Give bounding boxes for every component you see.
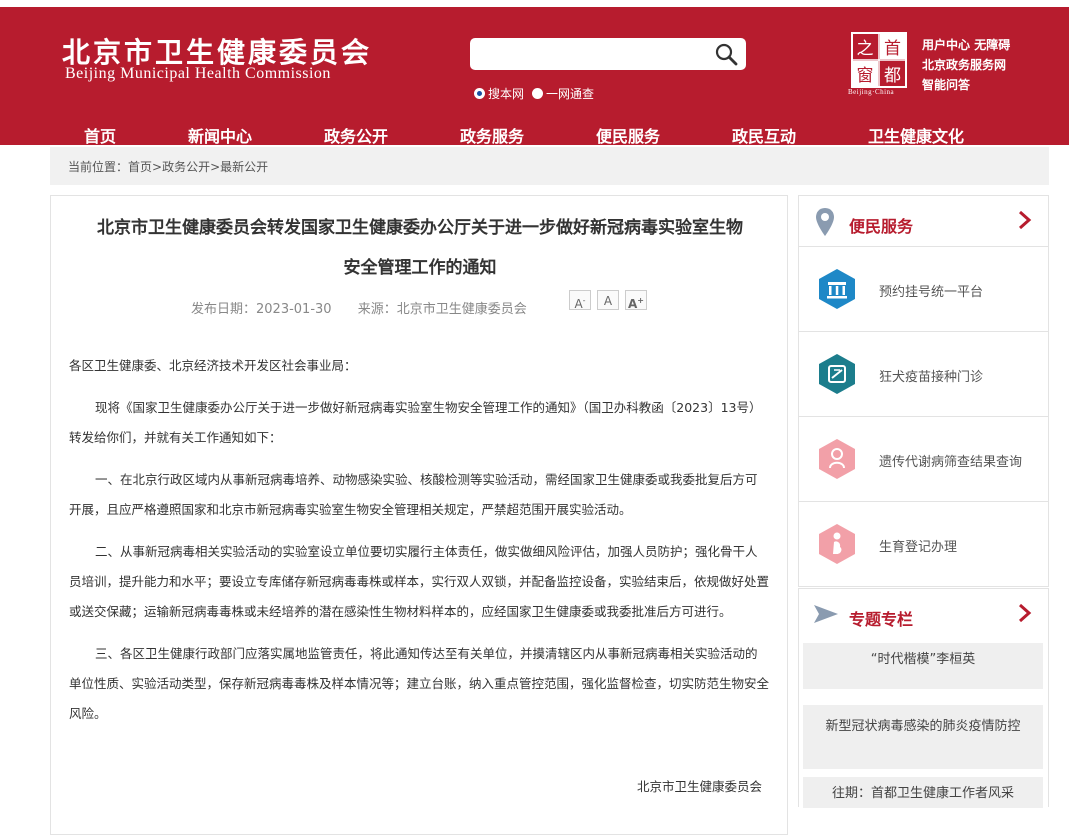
nav-interaction[interactable]: 政民互动 xyxy=(732,123,796,147)
article-salutation: 各区卫生健康委、北京经济技术开发区社会事业局： xyxy=(69,358,357,373)
paper-plane-icon xyxy=(814,605,838,623)
topic-item-covid-prevention[interactable]: 新型冠状病毒感染的肺炎疫情防控 xyxy=(803,705,1043,769)
nav-convenience[interactable]: 便民服务 xyxy=(596,123,660,147)
article-paragraph: 一、在北京行政区域内从事新冠病毒培养、动物感染实验、核酸检测等实验活动，需经国家… xyxy=(69,472,758,517)
font-size-controls: A- A A+ xyxy=(569,290,653,311)
seal-char-4: 都 xyxy=(884,66,901,86)
service-item-metabolic-screening[interactable]: 遗传代谢病筛查结果查询 xyxy=(799,417,1048,502)
service-item-registration[interactable]: 预约挂号统一平台 xyxy=(799,247,1048,332)
capital-window-seal-icon[interactable]: 之 首 窗 都 xyxy=(851,32,907,88)
mother-icon xyxy=(819,524,855,564)
service-item-label: 生育登记办理 xyxy=(879,540,958,555)
article-signature: 北京市卫生健康委员会 xyxy=(637,779,763,794)
article-body: 各区卫生健康委、北京经济技术开发区社会事业局： 现将《国家卫生健康委办公厅关于进… xyxy=(69,351,769,741)
article-paragraph: 三、各区卫生健康行政部门应落实属地监管责任，将此通知传达至有关单位，并摸清辖区内… xyxy=(69,646,770,721)
service-item-label: 遗传代谢病筛查结果查询 xyxy=(879,455,1023,470)
quick-links: 用户中心 无障碍 北京政务服务网 智能问答 xyxy=(922,35,1010,95)
baby-icon xyxy=(819,439,855,479)
radio-site-search-label[interactable]: 搜本网 xyxy=(488,85,524,102)
accessibility-link[interactable]: 无障碍 xyxy=(974,38,1010,52)
service-item-label: 预约挂号统一平台 xyxy=(879,285,984,300)
seal-char-2: 首 xyxy=(884,39,901,59)
topics-title: 专题专栏 xyxy=(849,610,914,629)
article-source: 来源：北京市卫生健康委员会 xyxy=(357,302,527,317)
article-paragraph: 二、从事新冠病毒相关实验活动的实验室设立单位要切实履行主体责任，做实做细风险评估… xyxy=(69,544,770,619)
nav-home[interactable]: 首页 xyxy=(84,123,116,147)
site-header: 北京市卫生健康委员会 Beijing Municipal Health Comm… xyxy=(0,0,1069,147)
seal-char-1: 之 xyxy=(857,39,874,59)
breadcrumb: 当前位置：首页>政务公开>最新公开 xyxy=(50,147,1049,185)
radio-all-search-label[interactable]: 一网通查 xyxy=(546,85,594,102)
location-pin-icon xyxy=(816,208,834,236)
nav-news[interactable]: 新闻中心 xyxy=(188,123,252,147)
search-input[interactable] xyxy=(478,38,712,70)
font-smaller-button[interactable]: A- xyxy=(569,290,591,311)
topic-item-role-model[interactable]: “时代楷模”李桓英 xyxy=(803,643,1043,689)
breadcrumb-prefix: 当前位置： xyxy=(68,160,129,174)
search-scope: 搜本网 一网通查 xyxy=(474,85,602,102)
breadcrumb-path[interactable]: 首页>政务公开>最新公开 xyxy=(128,160,268,174)
convenience-services-panel: 便民服务 预约挂号统一平台 狂犬疫苗接种门诊 遗传代谢病筛查结果查询 生育登记办… xyxy=(798,195,1049,587)
service-item-rabies-vaccine[interactable]: 狂犬疫苗接种门诊 xyxy=(799,332,1048,417)
service-item-birth-registration[interactable]: 生育登记办理 xyxy=(799,502,1048,586)
radio-site-search[interactable] xyxy=(474,88,485,99)
font-larger-button[interactable]: A+ xyxy=(625,290,647,311)
seal-char-3: 窗 xyxy=(857,66,874,86)
publish-date: 发布日期：2023-01-30 xyxy=(191,302,332,317)
nav-gov-open[interactable]: 政务公开 xyxy=(324,123,388,147)
topics-header[interactable]: 专题专栏 xyxy=(799,589,1048,639)
search-icon[interactable] xyxy=(714,42,738,66)
article-panel: 北京市卫生健康委员会转发国家卫生健康委办公厅关于进一步做好新冠病毒实验室生物 安… xyxy=(50,195,788,835)
special-topics-panel: 专题专栏 “时代楷模”李桓英 新型冠状病毒感染的肺炎疫情防控 往期：首都卫生健康… xyxy=(798,588,1049,808)
seal-subtitle: Beijing·China xyxy=(848,88,895,96)
user-center-link[interactable]: 用户中心 xyxy=(922,38,970,52)
services-header[interactable]: 便民服务 xyxy=(799,196,1048,247)
chevron-right-icon[interactable] xyxy=(1018,603,1032,623)
hospital-icon xyxy=(819,269,855,309)
article-meta: 发布日期：2023-01-30 来源：北京市卫生健康委员会 xyxy=(191,298,549,317)
nav-culture[interactable]: 卫生健康文化 xyxy=(868,123,964,147)
chevron-right-icon[interactable] xyxy=(1018,210,1032,230)
site-logo-subtitle[interactable]: Beijing Municipal Health Commission xyxy=(65,65,331,83)
smart-qa-link[interactable]: 智能问答 xyxy=(922,78,970,92)
article-paragraph: 现将《国家卫生健康委办公厅关于进一步做好新冠病毒实验室生物安全管理工作的通知》（… xyxy=(69,400,762,445)
nav-gov-service[interactable]: 政务服务 xyxy=(460,123,524,147)
radio-all-search[interactable] xyxy=(532,88,544,99)
gov-service-link[interactable]: 北京政务服务网 xyxy=(922,58,1006,72)
service-item-label: 狂犬疫苗接种门诊 xyxy=(879,370,984,385)
search-box xyxy=(470,38,746,70)
topic-item-health-workers[interactable]: 往期：首都卫生健康工作者风采 xyxy=(803,777,1043,808)
font-default-button[interactable]: A xyxy=(597,290,619,310)
services-title: 便民服务 xyxy=(849,217,914,236)
article-title: 北京市卫生健康委员会转发国家卫生健康委办公厅关于进一步做好新冠病毒实验室生物 安… xyxy=(97,218,743,278)
vaccine-icon xyxy=(819,354,855,394)
